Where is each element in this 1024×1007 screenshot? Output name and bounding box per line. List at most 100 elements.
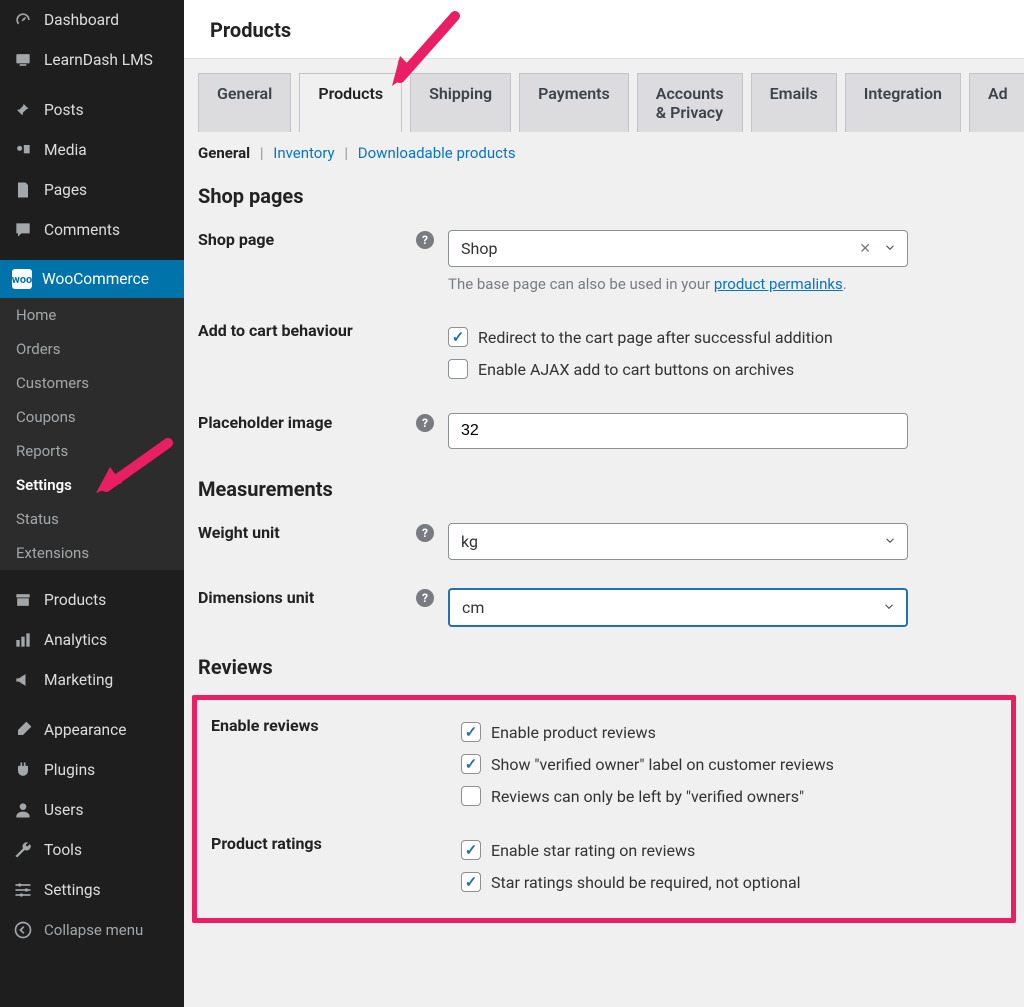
sliders-icon bbox=[12, 879, 34, 901]
help-icon[interactable]: ? bbox=[416, 414, 434, 432]
sidebar-marketing[interactable]: Marketing bbox=[0, 660, 184, 700]
checkbox-redirect-cart[interactable] bbox=[448, 327, 468, 347]
sidebar-label: LearnDash LMS bbox=[44, 51, 153, 69]
comment-icon bbox=[12, 219, 34, 241]
sidebar-settings[interactable]: Settings bbox=[0, 870, 184, 910]
checkbox-star-rating[interactable] bbox=[461, 840, 481, 860]
permalinks-link[interactable]: product permalinks bbox=[714, 275, 843, 293]
tab-emails[interactable]: Emails bbox=[751, 73, 837, 132]
user-icon bbox=[12, 799, 34, 821]
option-verified-only: Reviews can only be left by "verified ow… bbox=[491, 787, 804, 806]
pin-icon bbox=[12, 99, 34, 121]
chevron-down-icon bbox=[882, 598, 896, 617]
sidebar-wc-status[interactable]: Status bbox=[0, 502, 184, 536]
tab-accounts[interactable]: Accounts & Privacy bbox=[637, 73, 743, 132]
heading-shop-pages: Shop pages bbox=[184, 170, 1024, 216]
sidebar-wc-customers[interactable]: Customers bbox=[0, 366, 184, 400]
tab-payments[interactable]: Payments bbox=[519, 73, 629, 132]
sidebar-label: WooCommerce bbox=[42, 270, 149, 288]
sidebar-wc-settings[interactable]: Settings bbox=[0, 468, 184, 502]
option-rating-required: Star ratings should be required, not opt… bbox=[491, 873, 801, 892]
sidebar-media[interactable]: Media bbox=[0, 130, 184, 170]
subtab-downloadable[interactable]: Downloadable products bbox=[358, 144, 516, 162]
help-icon[interactable]: ? bbox=[416, 524, 434, 542]
sidebar-wc-coupons[interactable]: Coupons bbox=[0, 400, 184, 434]
weight-unit-value: kg bbox=[461, 532, 478, 551]
sidebar-wc-orders[interactable]: Orders bbox=[0, 332, 184, 366]
sidebar-tools[interactable]: Tools bbox=[0, 830, 184, 870]
sidebar-label: Home bbox=[16, 306, 56, 324]
subtab-inventory[interactable]: Inventory bbox=[273, 144, 334, 162]
placeholder-image-input[interactable] bbox=[448, 413, 908, 449]
reviews-highlight: Enable reviews Enable product reviews Sh… bbox=[192, 695, 1016, 923]
sidebar-wc-extensions[interactable]: Extensions bbox=[0, 536, 184, 570]
sidebar-dashboard[interactable]: Dashboard bbox=[0, 0, 184, 40]
tab-advanced[interactable]: Ad bbox=[969, 73, 1024, 132]
sidebar-wc-reports[interactable]: Reports bbox=[0, 434, 184, 468]
main-content: Products General Products Shipping Payme… bbox=[184, 0, 1024, 1007]
label-placeholder-image: Placeholder image bbox=[198, 413, 332, 432]
sidebar-label: Orders bbox=[16, 340, 61, 358]
clear-icon[interactable]: ✕ bbox=[859, 241, 871, 257]
sidebar-analytics[interactable]: Analytics bbox=[0, 620, 184, 660]
option-enable-reviews: Enable product reviews bbox=[491, 723, 656, 742]
checkbox-ajax-cart[interactable] bbox=[448, 359, 468, 379]
checkbox-rating-required[interactable] bbox=[461, 872, 481, 892]
sidebar-label: Reports bbox=[16, 442, 68, 460]
sidebar-pages[interactable]: Pages bbox=[0, 170, 184, 210]
sidebar-label: Collapse menu bbox=[44, 921, 143, 939]
help-icon[interactable]: ? bbox=[416, 231, 434, 249]
shop-page-hint: The base page can also be used in your p… bbox=[448, 275, 1010, 293]
subtab-general[interactable]: General bbox=[198, 144, 250, 162]
sidebar-plugins[interactable]: Plugins bbox=[0, 750, 184, 790]
label-enable-reviews: Enable reviews bbox=[211, 716, 319, 735]
tab-general[interactable]: General bbox=[198, 73, 291, 132]
sidebar-products[interactable]: Products bbox=[0, 580, 184, 620]
label-shop-page: Shop page bbox=[198, 230, 274, 249]
dimensions-unit-select[interactable]: cm bbox=[448, 588, 908, 627]
plug-icon bbox=[12, 759, 34, 781]
chevron-down-icon bbox=[883, 239, 897, 258]
weight-unit-select[interactable]: kg bbox=[448, 523, 908, 560]
page-icon bbox=[12, 179, 34, 201]
chevron-down-icon bbox=[883, 532, 897, 551]
checkbox-verified-label[interactable] bbox=[461, 754, 481, 774]
option-ajax-cart: Enable AJAX add to cart buttons on archi… bbox=[478, 360, 794, 379]
gauge-icon bbox=[12, 9, 34, 31]
tab-products[interactable]: Products bbox=[299, 73, 402, 132]
shop-page-select[interactable]: Shop ✕ bbox=[448, 230, 908, 267]
option-star-rating: Enable star rating on reviews bbox=[491, 841, 695, 860]
sidebar-wc-home[interactable]: Home bbox=[0, 298, 184, 332]
sidebar-comments[interactable]: Comments bbox=[0, 210, 184, 250]
sidebar-learndash[interactable]: LearnDash LMS bbox=[0, 40, 184, 80]
sidebar-label: Settings bbox=[16, 476, 72, 494]
tab-shipping[interactable]: Shipping bbox=[410, 73, 511, 132]
collapse-icon bbox=[12, 919, 34, 941]
dimensions-unit-value: cm bbox=[462, 598, 484, 617]
sidebar-label: Dashboard bbox=[44, 11, 119, 29]
sidebar-label: Pages bbox=[44, 181, 87, 199]
checkbox-enable-reviews[interactable] bbox=[461, 722, 481, 742]
sidebar-posts[interactable]: Posts bbox=[0, 90, 184, 130]
admin-sidebar: Dashboard LearnDash LMS Posts Media Page… bbox=[0, 0, 184, 1007]
option-redirect-cart: Redirect to the cart page after successf… bbox=[478, 328, 833, 347]
sidebar-collapse[interactable]: Collapse menu bbox=[0, 910, 184, 950]
sidebar-label: Products bbox=[44, 591, 106, 609]
sidebar-woocommerce[interactable]: woo WooCommerce bbox=[0, 260, 184, 298]
woocommerce-icon: woo bbox=[12, 269, 32, 289]
label-cart-behaviour: Add to cart behaviour bbox=[198, 321, 353, 340]
sidebar-users[interactable]: Users bbox=[0, 790, 184, 830]
label-weight-unit: Weight unit bbox=[198, 523, 280, 542]
sidebar-appearance[interactable]: Appearance bbox=[0, 710, 184, 750]
tab-integration[interactable]: Integration bbox=[845, 73, 961, 132]
checkbox-verified-only[interactable] bbox=[461, 786, 481, 806]
sidebar-label: Plugins bbox=[44, 761, 95, 779]
sub-tabs: General | Inventory | Downloadable produ… bbox=[184, 132, 1024, 170]
media-icon bbox=[12, 139, 34, 161]
heading-measurements: Measurements bbox=[184, 463, 1024, 509]
settings-tabs: General Products Shipping Payments Accou… bbox=[184, 59, 1024, 132]
sidebar-label: Analytics bbox=[44, 631, 107, 649]
archive-icon bbox=[12, 589, 34, 611]
lms-icon bbox=[12, 49, 34, 71]
help-icon[interactable]: ? bbox=[416, 589, 434, 607]
